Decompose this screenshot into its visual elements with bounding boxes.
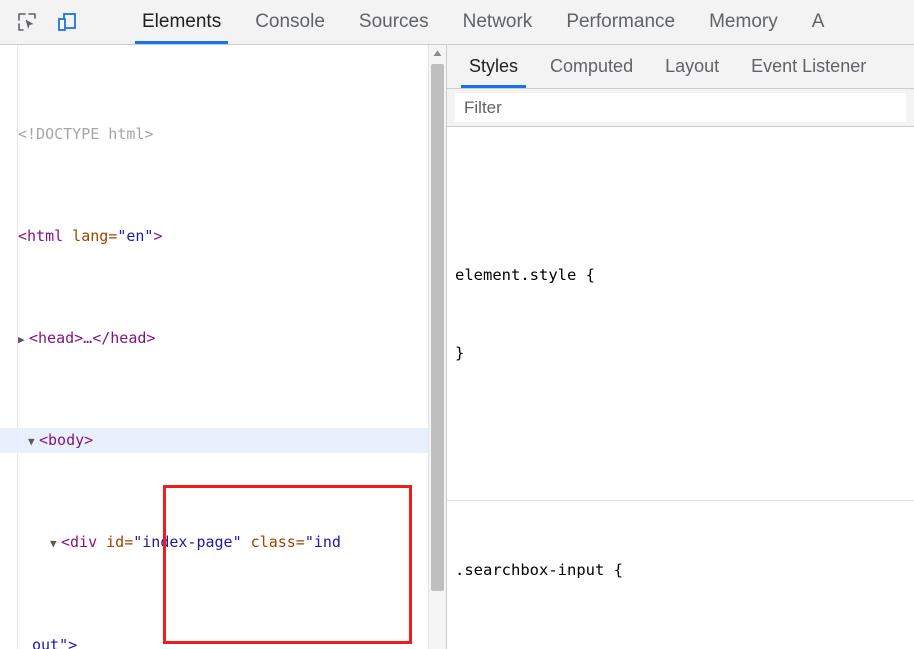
rule-selector[interactable]: .searchbox-input { bbox=[455, 557, 914, 583]
styles-tabbar: Styles Computed Layout Event Listener bbox=[447, 45, 914, 89]
styles-filter-bar bbox=[447, 89, 914, 127]
devtools-window: Elements Console Sources Network Perform… bbox=[0, 0, 914, 649]
html-gt: > bbox=[153, 226, 163, 245]
tab-layout[interactable]: Layout bbox=[649, 45, 735, 88]
tab-performance[interactable]: Performance bbox=[549, 0, 692, 44]
tab-event-listeners[interactable]: Event Listener bbox=[735, 45, 882, 88]
dom-line-html[interactable]: <html lang="en"> bbox=[0, 224, 428, 250]
dom-tree-pane: <!DOCTYPE html> <html lang="en"> ▶ <head>… bbox=[0, 45, 447, 649]
styles-pane: Styles Computed Layout Event Listener el… bbox=[447, 45, 914, 649]
body-tag-text: <body> bbox=[39, 430, 94, 449]
dom-line-div-index-page[interactable]: ▼ <div id="index-page" class="ind bbox=[0, 530, 428, 557]
tab-styles-label: Styles bbox=[469, 56, 519, 76]
tab-memory-label: Memory bbox=[709, 11, 778, 32]
styles-filter-input[interactable] bbox=[455, 93, 906, 122]
dom-tree-scrollbar[interactable] bbox=[428, 45, 446, 649]
chevron-down-icon[interactable]: ▼ bbox=[28, 429, 39, 455]
panel-tab-list: Elements Console Sources Network Perform… bbox=[125, 0, 841, 44]
div-index-val-id: "index-page" bbox=[133, 532, 242, 551]
tab-elements-label: Elements bbox=[142, 11, 222, 32]
dom-line-body[interactable]: ▼ <body> bbox=[0, 427, 428, 455]
scrollbar-thumb[interactable] bbox=[431, 64, 444, 591]
tab-performance-label: Performance bbox=[566, 11, 676, 32]
tab-console[interactable]: Console bbox=[238, 0, 342, 44]
dom-tree-content[interactable]: <!DOCTYPE html> <html lang="en"> ▶ <head>… bbox=[0, 45, 428, 649]
html-val: "en" bbox=[117, 226, 154, 245]
div-index-attr-class: class= bbox=[241, 532, 305, 551]
tab-elements[interactable]: Elements bbox=[125, 0, 238, 44]
tab-sources-label: Sources bbox=[358, 11, 429, 32]
rule-element-style[interactable]: element.style { } bbox=[447, 206, 914, 422]
doctype-text: <!DOCTYPE html> bbox=[18, 124, 154, 143]
head-collapsed-text: <head>…</head> bbox=[29, 328, 156, 347]
toolbar-icon-group bbox=[0, 0, 111, 44]
chevron-right-icon[interactable]: ▶ bbox=[18, 327, 29, 353]
rule-searchbox-input[interactable]: .searchbox-input { width: 100%; backgrou… bbox=[447, 500, 914, 649]
tab-layout-label: Layout bbox=[665, 56, 720, 76]
tab-sources[interactable]: Sources bbox=[342, 0, 446, 44]
div-index-tag: div bbox=[70, 532, 98, 551]
div-index-wrap-text: out"> bbox=[32, 635, 78, 649]
div-index-val-class: "ind bbox=[304, 532, 341, 551]
html-attr: lang= bbox=[63, 226, 118, 245]
scroll-up-arrow-icon[interactable] bbox=[429, 45, 446, 62]
tab-memory[interactable]: Memory bbox=[692, 0, 795, 44]
tab-styles[interactable]: Styles bbox=[453, 45, 534, 88]
div-index-lt: < bbox=[61, 532, 71, 551]
tab-network-label: Network bbox=[462, 11, 533, 32]
dom-line-doctype[interactable]: <!DOCTYPE html> bbox=[0, 122, 428, 148]
devtools-main-tabbar: Elements Console Sources Network Perform… bbox=[0, 0, 914, 45]
tab-computed[interactable]: Computed bbox=[534, 45, 649, 88]
tab-console-label: Console bbox=[255, 11, 325, 32]
inspect-element-icon[interactable] bbox=[14, 9, 40, 35]
tab-application[interactable]: A bbox=[795, 0, 842, 44]
device-toolbar-icon[interactable] bbox=[54, 9, 80, 35]
rule-close-brace: } bbox=[455, 344, 465, 362]
dom-line-div-index-wrap[interactable]: out"> bbox=[0, 633, 428, 649]
html-tag: html bbox=[27, 226, 64, 245]
dom-line-head[interactable]: ▶ <head>…</head> bbox=[0, 326, 428, 352]
tab-event-listeners-label: Event Listener bbox=[751, 56, 867, 76]
tab-application-label: A bbox=[811, 11, 825, 32]
rule-selector[interactable]: element.style { bbox=[455, 262, 914, 288]
tab-computed-label: Computed bbox=[550, 56, 634, 76]
css-rules-list: element.style { } .searchbox-input { wid… bbox=[447, 128, 914, 649]
html-lt: < bbox=[18, 226, 28, 245]
chevron-down-icon[interactable]: ▼ bbox=[50, 531, 61, 557]
div-index-attr-id: id= bbox=[97, 532, 134, 551]
tab-network[interactable]: Network bbox=[446, 0, 550, 44]
devtools-panes: <!DOCTYPE html> <html lang="en"> ▶ <head>… bbox=[0, 45, 914, 649]
